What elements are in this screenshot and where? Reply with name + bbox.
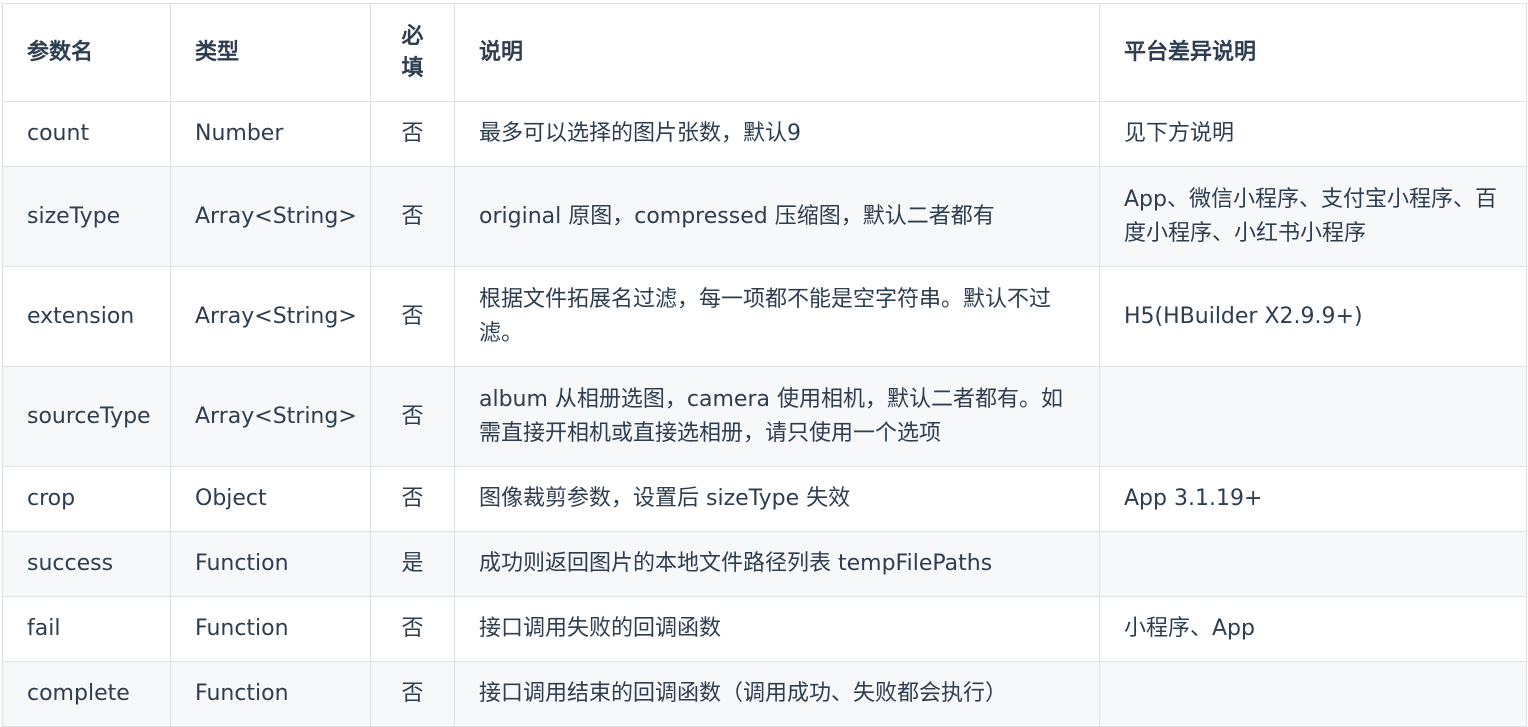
table-row: count Number 否 最多可以选择的图片张数，默认9 见下方说明 [2,101,1527,167]
cell-required: 是 [370,531,455,597]
cell-description: 接口调用失败的回调函数 [454,596,1100,662]
table-row: fail Function 否 接口调用失败的回调函数 小程序、App [2,596,1527,662]
cell-name: count [2,101,171,167]
cell-description: 接口调用结束的回调函数（调用成功、失败都会执行） [454,661,1100,727]
header-required-line2: 填 [401,55,424,81]
cell-required: 否 [370,101,455,167]
cell-type: Array<String> [170,266,371,367]
header-platform: 平台差异说明 [1099,3,1527,102]
cell-description: 根据文件拓展名过滤，每一项都不能是空字符串。默认不过滤。 [454,266,1100,367]
cell-description: 最多可以选择的图片张数，默认9 [454,101,1100,167]
cell-required: 否 [370,466,455,532]
cell-required: 否 [370,596,455,662]
cell-description: 成功则返回图片的本地文件路径列表 tempFilePaths [454,531,1100,597]
cell-name: sourceType [2,366,171,467]
parameter-table: 参数名 类型 必 填 说明 平台差异说明 count Number 否 最多可以… [2,3,1527,727]
cell-required: 否 [370,166,455,267]
header-type: 类型 [170,3,371,102]
cell-required: 否 [370,266,455,367]
cell-name: fail [2,596,171,662]
table-row: extension Array<String> 否 根据文件拓展名过滤，每一项都… [2,266,1527,367]
table-row: complete Function 否 接口调用结束的回调函数（调用成功、失败都… [2,661,1527,727]
table-row: crop Object 否 图像裁剪参数，设置后 sizeType 失效 App… [2,466,1527,532]
cell-type: Number [170,101,371,167]
cell-platform [1099,531,1527,597]
table-row: success Function 是 成功则返回图片的本地文件路径列表 temp… [2,531,1527,597]
cell-platform: App 3.1.19+ [1099,466,1527,532]
cell-description: 图像裁剪参数，设置后 sizeType 失效 [454,466,1100,532]
cell-name: sizeType [2,166,171,267]
table-row: sourceType Array<String> 否 album 从相册选图，c… [2,366,1527,467]
header-required-line1: 必 [401,23,424,49]
cell-platform: H5(HBuilder X2.9.9+) [1099,266,1527,367]
cell-required: 否 [370,366,455,467]
table-header-row: 参数名 类型 必 填 说明 平台差异说明 [2,3,1527,102]
cell-platform [1099,661,1527,727]
cell-platform [1099,366,1527,467]
header-description: 说明 [454,3,1100,102]
table-row: sizeType Array<String> 否 original 原图，com… [2,166,1527,267]
cell-type: Array<String> [170,366,371,467]
cell-type: Function [170,661,371,727]
cell-description: album 从相册选图，camera 使用相机，默认二者都有。如需直接开相机或直… [454,366,1100,467]
cell-name: success [2,531,171,597]
cell-description: original 原图，compressed 压缩图，默认二者都有 [454,166,1100,267]
cell-name: crop [2,466,171,532]
cell-type: Function [170,596,371,662]
cell-name: complete [2,661,171,727]
header-required: 必 填 [370,3,455,102]
cell-platform: 小程序、App [1099,596,1527,662]
cell-platform: App、微信小程序、支付宝小程序、百度小程序、小红书小程序 [1099,166,1527,267]
cell-type: Object [170,466,371,532]
cell-platform: 见下方说明 [1099,101,1527,167]
parameter-table-container: 参数名 类型 必 填 说明 平台差异说明 count Number 否 最多可以… [2,3,1527,727]
cell-type: Function [170,531,371,597]
cell-name: extension [2,266,171,367]
cell-required: 否 [370,661,455,727]
header-name: 参数名 [2,3,171,102]
cell-type: Array<String> [170,166,371,267]
